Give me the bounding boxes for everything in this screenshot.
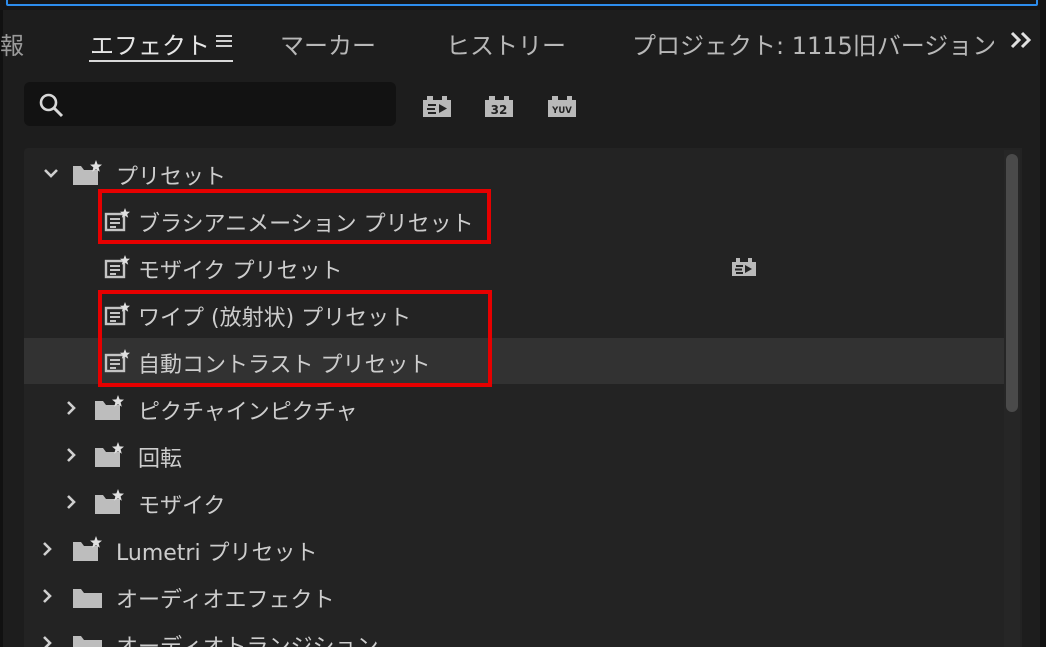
chevron-right-icon[interactable] xyxy=(38,540,56,558)
double-chevron-right-icon[interactable] xyxy=(1008,28,1034,52)
chevron-right-icon[interactable] xyxy=(62,399,80,417)
right-panel-edge xyxy=(1040,10,1046,647)
tab-markers[interactable]: マーカー xyxy=(280,26,376,61)
tree-item-label: オーディオトランジション xyxy=(116,629,378,647)
effects-panel-window: 報 エフェクト マーカー ヒストリー プロジェクト: 1115旧バージョン1 3… xyxy=(0,0,1046,647)
32bit-color-icon[interactable]: 32 xyxy=(482,92,516,120)
tree-item-label: モザイク xyxy=(138,494,226,519)
tab-project[interactable]: プロジェクト: 1115旧バージョン1 xyxy=(632,26,994,61)
search-box[interactable] xyxy=(24,82,396,126)
tab-cut-off[interactable]: 報 xyxy=(0,26,24,61)
top-panel-strip xyxy=(0,0,1046,10)
search-icon xyxy=(39,93,64,118)
tab-effects[interactable]: エフェクト xyxy=(90,26,210,61)
search-input[interactable] xyxy=(74,90,388,120)
svg-text:32: 32 xyxy=(491,103,508,117)
chevron-right-icon[interactable] xyxy=(62,446,80,464)
tree-item-picture-in-picture[interactable]: ピクチャインピクチャ xyxy=(24,385,1004,431)
tree-item-label: プリセット xyxy=(116,165,227,190)
chevron-right-icon[interactable] xyxy=(38,587,56,605)
annotation-highlight-box xyxy=(98,189,491,244)
chevron-right-icon[interactable] xyxy=(62,493,80,511)
active-tab-underline xyxy=(89,60,233,62)
tree-item-mosaic-preset[interactable]: モザイク プリセット xyxy=(24,244,1004,290)
annotation-highlight-box xyxy=(98,290,492,387)
svg-text:YUV: YUV xyxy=(551,106,572,116)
panel-tab-bar: 報 エフェクト マーカー ヒストリー プロジェクト: 1115旧バージョン1 xyxy=(0,12,1040,70)
scrollbar-thumb[interactable] xyxy=(1006,154,1018,412)
chevron-down-icon[interactable] xyxy=(42,164,60,182)
accelerated-effects-icon[interactable] xyxy=(420,92,454,120)
tree-item-rotate[interactable]: 回転 xyxy=(24,432,1004,478)
tree-item-lumetri-presets[interactable]: Lumetri プリセット xyxy=(24,526,1004,572)
hamburger-icon[interactable] xyxy=(216,34,232,48)
tree-item-audio-effects[interactable]: オーディオエフェクト xyxy=(24,573,1004,619)
tab-history[interactable]: ヒストリー xyxy=(446,26,566,61)
left-panel-edge xyxy=(0,10,3,647)
tree-item-label: Lumetri プリセット xyxy=(116,541,318,566)
tree-item-label: ピクチャインピクチャ xyxy=(138,400,358,425)
folder-icon xyxy=(73,589,102,608)
preset-bin-icon xyxy=(73,536,102,561)
yuv-icon[interactable]: YUV xyxy=(545,92,579,120)
preset-bin-icon xyxy=(95,395,124,420)
selected-panel-frame xyxy=(6,0,1038,6)
folder-icon xyxy=(73,636,102,647)
tree-item-audio-transitions[interactable]: オーディオトランジション xyxy=(24,620,1004,647)
preset-bin-icon xyxy=(95,442,124,467)
preset-bin-icon xyxy=(73,160,102,185)
preset-bin-icon xyxy=(95,489,124,514)
tree-item-label: 回転 xyxy=(138,447,183,472)
tree-item-label: オーディオエフェクト xyxy=(116,588,335,613)
tree-item-mosaic[interactable]: モザイク xyxy=(24,479,1004,525)
tree-item-label: モザイク プリセット xyxy=(138,259,343,284)
chevron-right-icon[interactable] xyxy=(38,634,56,647)
preset-item-icon xyxy=(104,255,130,279)
accelerated-effects-icon xyxy=(732,258,756,276)
